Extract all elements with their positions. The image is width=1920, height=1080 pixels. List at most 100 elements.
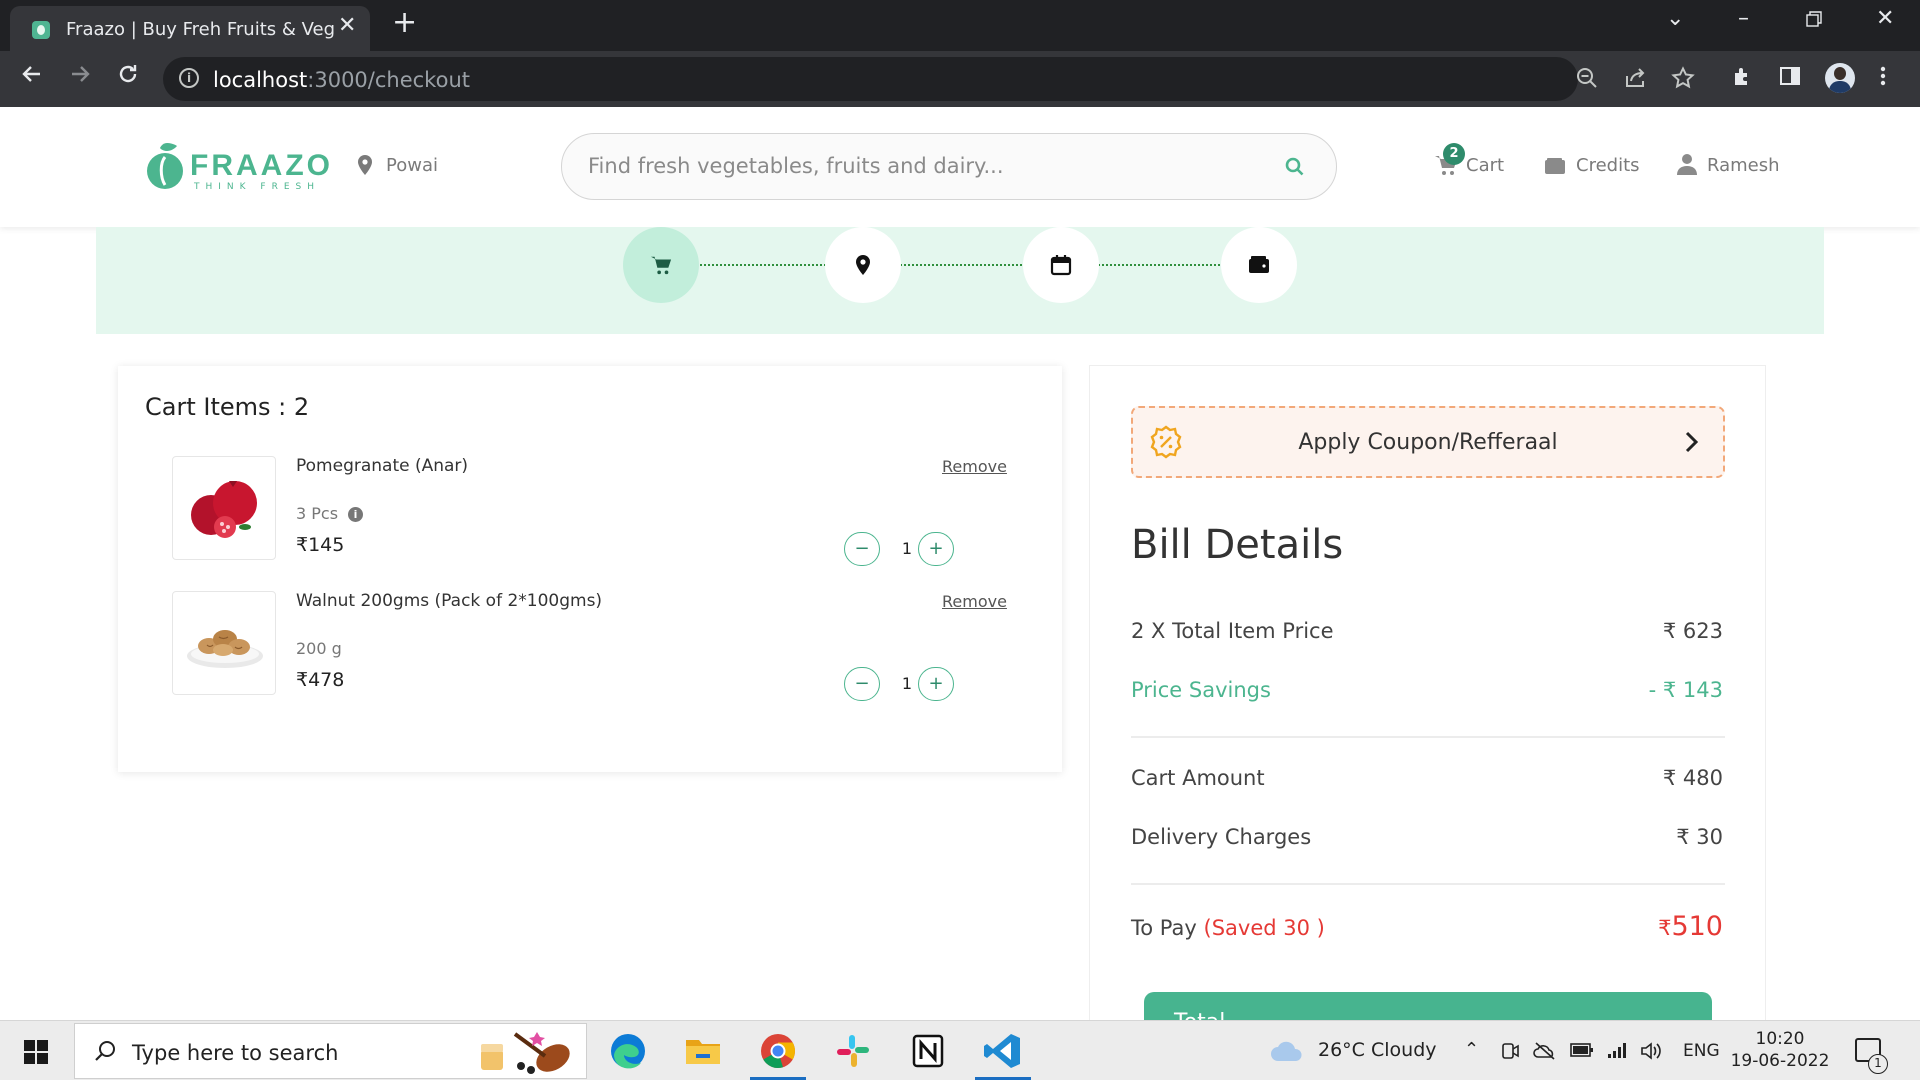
apply-coupon-button[interactable]: Apply Coupon/Refferaal xyxy=(1131,406,1725,478)
step-cart[interactable] xyxy=(623,227,699,303)
file-explorer-app-icon[interactable] xyxy=(683,1031,723,1071)
reload-icon[interactable] xyxy=(116,62,140,91)
location-pin-icon[interactable] xyxy=(356,154,374,180)
credits-wallet-icon[interactable] xyxy=(1544,157,1566,179)
meet-now-icon[interactable] xyxy=(1500,1041,1520,1065)
chrome-app-icon[interactable] xyxy=(758,1031,798,1071)
item-name: Walnut 200gms (Pack of 2*100gms) xyxy=(296,591,603,611)
onedrive-offline-icon[interactable] xyxy=(1533,1041,1557,1065)
user-name-link[interactable]: Ramesh xyxy=(1707,155,1780,176)
tab-search-chevron-icon[interactable]: ⌄ xyxy=(1666,8,1684,30)
share-icon[interactable] xyxy=(1623,66,1647,95)
item-price: ₹478 xyxy=(296,669,345,691)
browser-tab-bar: Fraazo | Buy Freh Fruits & Vegitables ✕ … xyxy=(0,0,1920,51)
decrement-button[interactable]: − xyxy=(844,532,880,566)
extensions-icon[interactable] xyxy=(1731,65,1755,94)
edge-app-icon[interactable] xyxy=(608,1031,648,1071)
battery-icon[interactable] xyxy=(1570,1041,1594,1063)
site-header: FRAAZO THINK FRESH Powai Find fresh vege… xyxy=(0,107,1920,227)
volume-icon[interactable] xyxy=(1640,1041,1664,1065)
cart-count-badge: 2 xyxy=(1443,143,1465,165)
side-panel-icon[interactable] xyxy=(1779,65,1801,92)
language-indicator[interactable]: ENG xyxy=(1683,1041,1720,1061)
credits-link[interactable]: Credits xyxy=(1576,155,1640,176)
browser-tab[interactable]: Fraazo | Buy Freh Fruits & Vegitables ✕ xyxy=(10,6,370,51)
location-label[interactable]: Powai xyxy=(386,155,438,176)
bill-details-card: Apply Coupon/Refferaal Bill Details 2 X … xyxy=(1089,365,1766,1020)
saved-amount: (Saved 30 ) xyxy=(1203,916,1325,940)
taskbar-search-input[interactable]: Type here to search xyxy=(132,1041,338,1065)
notion-app-icon[interactable] xyxy=(908,1031,948,1071)
weather-cloud-icon[interactable] xyxy=(1270,1039,1304,1067)
windows-start-icon[interactable] xyxy=(24,1040,48,1064)
fraazo-favicon-icon xyxy=(32,21,50,39)
cart-items-title: Cart Items : 2 xyxy=(145,393,310,421)
wallet-step-icon xyxy=(1249,256,1269,273)
remove-item-link[interactable]: Remove xyxy=(942,457,1007,476)
forward-icon[interactable] xyxy=(68,62,92,91)
step-schedule[interactable] xyxy=(1023,227,1099,303)
item-name: Pomegranate (Anar) xyxy=(296,456,469,476)
slack-app-icon[interactable] xyxy=(833,1031,873,1071)
network-signal-icon[interactable] xyxy=(1606,1041,1628,1063)
cart-items-card: Cart Items : 2 Pomegranate (Anar) 3 Pcs i… xyxy=(118,366,1062,772)
site-info-icon[interactable]: i xyxy=(179,68,199,88)
total-button[interactable]: Total xyxy=(1144,992,1712,1020)
back-icon[interactable] xyxy=(20,62,44,91)
taskbar-search-box[interactable]: Type here to search xyxy=(74,1023,587,1079)
total-button-label: Total xyxy=(1174,1010,1225,1020)
product-search-bar[interactable]: Find fresh vegetables, fruits and dairy.… xyxy=(561,133,1337,200)
new-tab-button[interactable]: + xyxy=(392,8,417,38)
delivery-charges-label: Delivery Charges xyxy=(1131,825,1312,849)
search-input[interactable]: Find fresh vegetables, fruits and dairy.… xyxy=(588,154,1004,178)
stepper-connector xyxy=(700,264,826,266)
step-address[interactable] xyxy=(825,227,901,303)
bill-details-title: Bill Details xyxy=(1131,522,1344,568)
address-bar[interactable]: i localhost:3000/checkout xyxy=(163,57,1695,101)
chevron-right-icon xyxy=(1681,428,1701,460)
minimize-icon[interactable]: – xyxy=(1738,8,1749,30)
address-step-icon xyxy=(856,255,870,275)
walnut-image[interactable] xyxy=(172,591,276,695)
to-pay-value: ₹510 xyxy=(1658,911,1723,942)
chevron-up-icon[interactable]: ⌃ xyxy=(1464,1041,1479,1059)
cart-amount-value: ₹ 480 xyxy=(1662,766,1723,790)
pomegranate-image[interactable] xyxy=(172,456,276,560)
remove-item-link[interactable]: Remove xyxy=(942,592,1007,611)
item-count: 1 xyxy=(901,674,913,693)
info-icon[interactable]: i xyxy=(348,507,364,522)
clock-time: 10:20 xyxy=(1755,1029,1805,1049)
checkout-page: FRAAZO THINK FRESH Powai Find fresh vege… xyxy=(0,107,1920,1020)
user-icon[interactable] xyxy=(1677,153,1697,179)
logo-text[interactable]: FRAAZO xyxy=(190,149,333,183)
search-icon[interactable] xyxy=(1284,156,1306,182)
increment-button[interactable]: + xyxy=(918,667,954,701)
step-payment[interactable] xyxy=(1221,227,1297,303)
zoom-out-icon[interactable] xyxy=(1575,66,1599,95)
taskbar-clock[interactable]: 10:20 19-06-2022 xyxy=(1730,1028,1830,1072)
to-pay-label: To Pay (Saved 30 ) xyxy=(1131,916,1325,940)
total-item-price-label: 2 X Total Item Price xyxy=(1131,619,1334,643)
windows-taskbar: Type here to search 26°C Cloudy ⌃ ENG 10… xyxy=(0,1020,1920,1080)
tab-close-icon[interactable]: ✕ xyxy=(338,15,356,37)
search-icon xyxy=(93,1039,117,1067)
item-quantity: 200 g xyxy=(296,639,342,658)
url-text: localhost:3000/checkout xyxy=(213,68,470,92)
vscode-app-icon[interactable] xyxy=(983,1031,1023,1071)
search-highlight-icon xyxy=(475,1028,583,1078)
restore-icon[interactable] xyxy=(1806,10,1822,32)
fraazo-logo-icon[interactable] xyxy=(145,139,185,191)
browser-toolbar: i localhost:3000/checkout xyxy=(0,51,1920,107)
chrome-menu-icon[interactable] xyxy=(1880,65,1886,92)
increment-button[interactable]: + xyxy=(918,532,954,566)
close-window-icon[interactable]: ✕ xyxy=(1876,8,1894,30)
notification-count-badge: 1 xyxy=(1868,1054,1888,1074)
price-savings-value: - ₹ 143 xyxy=(1648,678,1723,702)
cart-step-icon xyxy=(650,256,672,275)
weather-text[interactable]: 26°C Cloudy xyxy=(1318,1039,1437,1061)
decrement-button[interactable]: − xyxy=(844,667,880,701)
calendar-step-icon xyxy=(1050,255,1072,276)
cart-link[interactable]: Cart xyxy=(1466,155,1504,176)
bookmark-star-icon[interactable] xyxy=(1671,66,1695,95)
profile-avatar[interactable] xyxy=(1825,63,1855,93)
